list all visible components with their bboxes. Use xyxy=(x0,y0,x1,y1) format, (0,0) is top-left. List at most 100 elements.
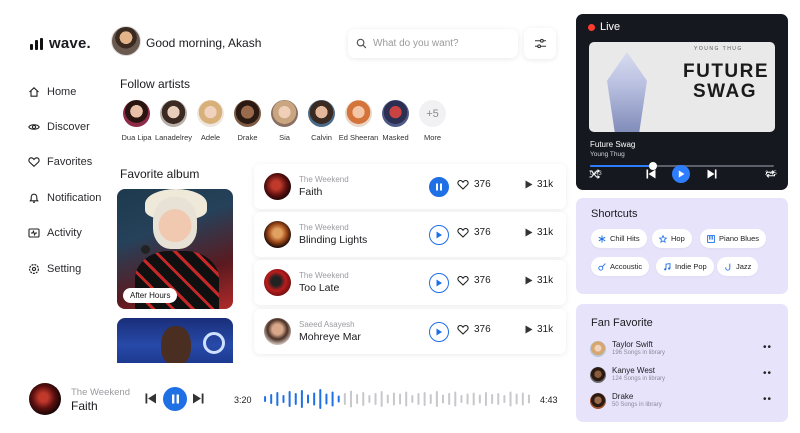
search-input[interactable] xyxy=(373,38,503,49)
like-count: 376 xyxy=(474,227,491,238)
brand-logo[interactable]: wave. xyxy=(30,35,91,52)
fan-songs: 50 Songs in library xyxy=(612,402,662,408)
filter-button[interactable] xyxy=(524,28,556,59)
wave-logo-icon xyxy=(30,37,43,50)
shortcut-accoustic[interactable]: Accoustic xyxy=(591,257,650,276)
player-pause-button[interactable] xyxy=(163,387,187,411)
sidebar-item-discover[interactable]: Discover xyxy=(28,109,118,144)
play-button[interactable] xyxy=(429,322,449,342)
sidebar-item-setting[interactable]: Setting xyxy=(28,251,118,286)
artist-avatar xyxy=(234,100,261,127)
search-box[interactable] xyxy=(348,29,518,58)
eye-icon xyxy=(28,124,40,130)
now-playing-title: Faith xyxy=(71,399,98,413)
previous-track-icon[interactable] xyxy=(145,393,157,404)
next-track-icon[interactable] xyxy=(707,169,717,179)
shortcuts-panel: Shortcuts Chill Hits Hop Piano Blues Acc… xyxy=(576,198,788,294)
shortcuts-title: Shortcuts xyxy=(591,208,638,220)
shortcut-chill-hits[interactable]: Chill Hits xyxy=(591,229,647,248)
cover-figure xyxy=(607,52,647,132)
artist-avatar xyxy=(271,100,298,127)
now-playing-artist: The Weekend xyxy=(71,387,130,398)
artist-item[interactable]: Adele xyxy=(192,100,229,142)
sidebar-item-label: Discover xyxy=(47,121,90,134)
waveform-bar xyxy=(435,391,438,407)
artist-item[interactable]: Dua Lipa xyxy=(118,100,155,142)
shortcut-piano-blues[interactable]: Piano Blues xyxy=(700,229,767,248)
album-art-face xyxy=(153,197,197,249)
live-cover-art[interactable]: YOUNG THUG FUTURE SWAG xyxy=(589,42,775,132)
waveform-bar xyxy=(491,394,494,404)
shortcut-label: Jazz xyxy=(736,262,752,271)
play-button[interactable] xyxy=(429,273,449,293)
artist-item[interactable]: Calvin xyxy=(303,100,340,142)
waveform-bar xyxy=(497,393,500,405)
waveform-bar xyxy=(460,395,463,403)
artist-item[interactable]: Ed Sheeran xyxy=(339,100,378,142)
sidebar-item-home[interactable]: Home xyxy=(28,74,118,109)
fan-name: Drake xyxy=(612,392,634,401)
previous-track-icon[interactable] xyxy=(646,169,656,179)
more-options-icon[interactable]: •• xyxy=(763,394,772,405)
live-play-button[interactable] xyxy=(672,165,690,183)
shortcut-jazz[interactable]: Jazz xyxy=(717,257,759,276)
fan-name: Taylor Swift xyxy=(612,340,653,349)
artist-name: Dua Lipa xyxy=(121,133,152,142)
track-row[interactable]: The Weekend Too Late 376 31k xyxy=(254,260,566,305)
artist-item[interactable]: Drake xyxy=(229,100,266,142)
shortcut-hop[interactable]: Hop xyxy=(652,229,692,248)
heart-icon xyxy=(457,179,469,190)
artist-avatar xyxy=(308,100,335,127)
shuffle-icon[interactable] xyxy=(589,169,600,179)
sidebar-item-favorites[interactable]: Favorites xyxy=(28,145,118,180)
user-avatar[interactable] xyxy=(111,26,141,56)
cover-title-text: FUTURE SWAG xyxy=(683,61,770,102)
fan-item[interactable]: Kanye West 124 Songs in library •• xyxy=(590,365,776,385)
waveform-bar xyxy=(380,391,383,407)
artist-item[interactable]: Sia xyxy=(266,100,303,142)
now-playing-cover[interactable] xyxy=(29,383,61,415)
album-card-second[interactable] xyxy=(117,318,233,363)
sidebar-item-activity[interactable]: Activity xyxy=(28,216,118,251)
album-card-after-hours[interactable]: After Hours xyxy=(117,189,233,309)
like-count: 376 xyxy=(474,324,491,335)
play-icon xyxy=(525,180,533,189)
more-artists-button[interactable]: +5 More xyxy=(414,100,451,142)
fan-songs: 124 Songs in library xyxy=(612,376,666,382)
play-button[interactable] xyxy=(429,225,449,245)
fan-item[interactable]: Drake 50 Songs in library •• xyxy=(590,391,776,411)
artist-item[interactable]: Lanadelrey xyxy=(155,100,192,142)
artist-item[interactable]: Masked xyxy=(377,100,414,142)
track-row[interactable]: The Weekend Faith 376 31k xyxy=(254,164,566,209)
sidebar-nav: Home Discover Favorites Notification Act… xyxy=(28,74,118,286)
sidebar-item-notification[interactable]: Notification xyxy=(28,180,118,215)
waveform-bar xyxy=(349,390,352,408)
more-options-icon[interactable]: •• xyxy=(763,342,772,353)
waveform-seekbar[interactable] xyxy=(262,388,532,410)
like-button[interactable]: 376 xyxy=(457,227,491,238)
shortcut-indie-pop[interactable]: Indie Pop xyxy=(656,257,714,276)
sidebar-item-label: Activity xyxy=(47,227,82,240)
track-artist: Saeed Asayesh xyxy=(299,320,355,329)
like-button[interactable]: 376 xyxy=(457,179,491,190)
pause-button[interactable] xyxy=(429,177,449,197)
next-track-icon[interactable] xyxy=(192,393,204,404)
track-row[interactable]: Saeed Asayesh Mohreye Mar 376 31k xyxy=(254,309,566,354)
waveform-bar xyxy=(448,393,451,405)
like-button[interactable]: 376 xyxy=(457,324,491,335)
waveform-bar xyxy=(405,391,408,407)
artist-name: Lanadelrey xyxy=(154,133,193,142)
greeting-text: Good morning, Akash xyxy=(146,36,262,50)
heart-icon xyxy=(457,275,469,286)
play-icon xyxy=(525,228,533,237)
track-cover xyxy=(264,318,291,345)
artist-name: Drake xyxy=(237,133,258,142)
more-label: More xyxy=(423,133,442,142)
repeat-icon[interactable] xyxy=(765,169,776,179)
track-row[interactable]: The Weekend Blinding Lights 376 31k xyxy=(254,212,566,257)
fan-item[interactable]: Taylor Swift 196 Songs in library •• xyxy=(590,339,776,359)
cover-artist-text: YOUNG THUG xyxy=(694,46,743,52)
like-button[interactable]: 376 xyxy=(457,275,491,286)
track-cover xyxy=(264,173,291,200)
more-options-icon[interactable]: •• xyxy=(763,368,772,379)
